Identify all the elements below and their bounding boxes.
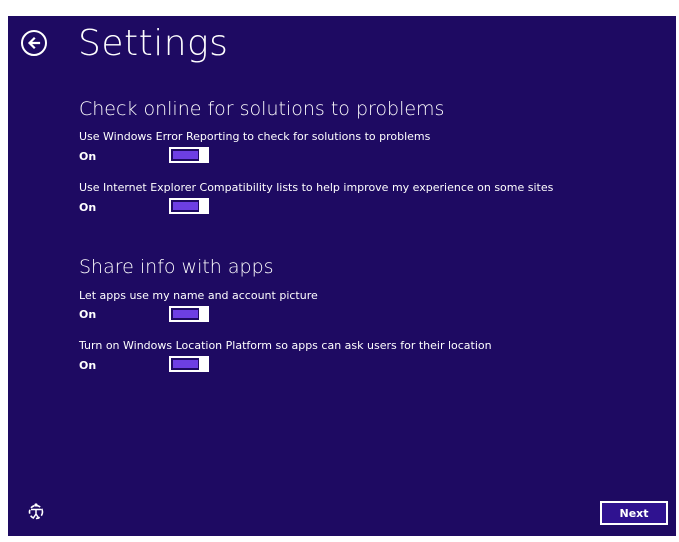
ease-of-access-icon[interactable] [26, 502, 46, 522]
toggle-thumb[interactable] [199, 306, 209, 322]
toggle-error-reporting[interactable] [169, 147, 209, 163]
setting-state-ie-compat: On [79, 201, 97, 214]
arrow-left-icon [27, 36, 41, 50]
toggle-thumb[interactable] [199, 198, 209, 214]
setting-state-location: On [79, 359, 97, 372]
toggle-ie-compat[interactable] [169, 198, 209, 214]
toggle-fill [173, 360, 198, 368]
toggle-name-picture[interactable] [169, 306, 209, 322]
settings-screen: Settings Check online for solutions to p… [8, 16, 676, 536]
setting-label-ie-compat: Use Internet Explorer Compatibility list… [79, 181, 554, 194]
toggle-thumb[interactable] [199, 147, 209, 163]
next-button[interactable]: Next [600, 501, 668, 525]
toggle-location[interactable] [169, 356, 209, 372]
toggle-fill [173, 202, 198, 210]
toggle-fill [173, 310, 198, 318]
setting-state-name-picture: On [79, 308, 97, 321]
page-title: Settings [78, 23, 229, 64]
setting-state-error-reporting: On [79, 150, 97, 163]
toggle-fill [173, 151, 198, 159]
setting-label-name-picture: Let apps use my name and account picture [79, 289, 318, 302]
setting-label-error-reporting: Use Windows Error Reporting to check for… [79, 130, 431, 143]
toggle-thumb[interactable] [199, 356, 209, 372]
section-heading-solutions: Check online for solutions to problems [79, 98, 445, 120]
back-button[interactable] [21, 30, 47, 56]
section-heading-share-info: Share info with apps [79, 256, 274, 278]
setting-label-location: Turn on Windows Location Platform so app… [79, 339, 492, 352]
